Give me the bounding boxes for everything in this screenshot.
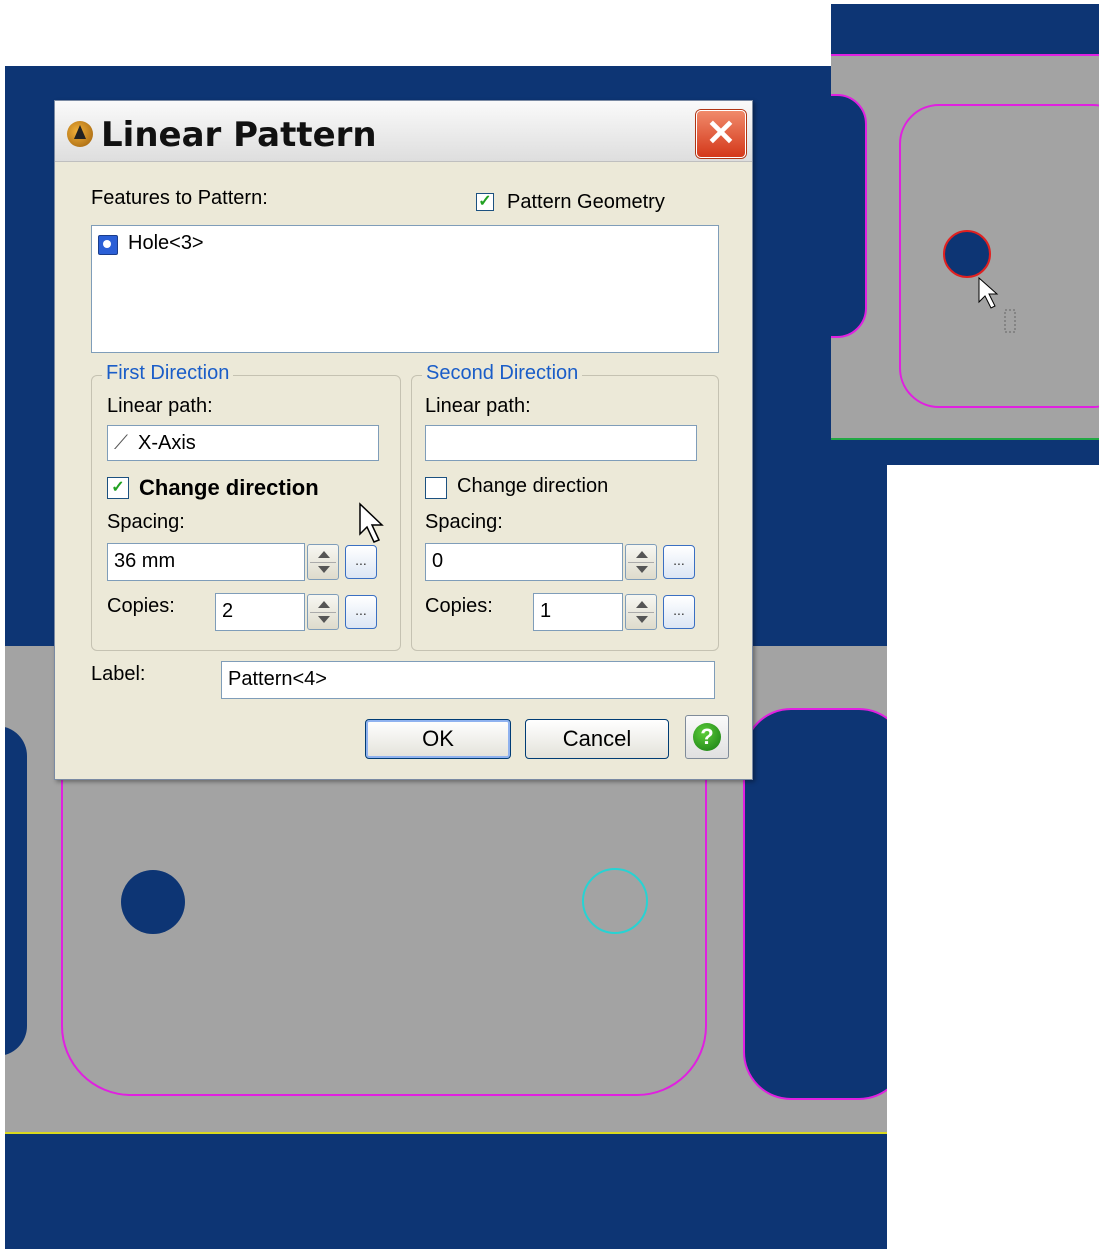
cancel-button[interactable]: Cancel — [525, 719, 669, 759]
second-direction-title: Second Direction — [422, 362, 583, 385]
right-cutout — [743, 708, 887, 1100]
features-to-pattern-label: Features to Pattern: — [91, 187, 268, 209]
second-copies-input[interactable]: 1 — [533, 593, 623, 631]
dialog-title: Linear Pattern — [101, 115, 377, 155]
spinner-divider — [310, 612, 336, 613]
first-change-direction-label: Change direction — [139, 475, 319, 500]
plate-edge — [5, 1132, 887, 1134]
first-linear-path-label: Linear path: — [107, 395, 213, 417]
spin-down-icon — [636, 566, 648, 573]
second-linear-path-field[interactable] — [425, 425, 697, 461]
dialog-titlebar[interactable]: Linear Pattern ✕ — [55, 101, 752, 162]
pattern-geometry-checkbox[interactable]: ✓ — [476, 193, 494, 211]
ok-button[interactable]: OK — [365, 719, 511, 759]
second-spacing-spinner[interactable] — [625, 544, 657, 580]
pattern-label-label: Label: — [91, 663, 146, 685]
inset-left-cutout — [831, 94, 867, 338]
pattern-geometry-label: Pattern Geometry — [507, 191, 665, 213]
second-spacing-input[interactable]: 0 — [425, 543, 623, 581]
spin-down-icon — [318, 616, 330, 623]
second-change-direction-checkbox[interactable] — [425, 477, 447, 499]
first-change-direction-checkbox[interactable]: ✓ — [107, 477, 129, 499]
first-copies-input[interactable]: 2 — [215, 593, 305, 631]
first-linear-path-value: X-Axis — [138, 432, 196, 454]
spinner-divider — [628, 612, 654, 613]
pattern-preview-hole — [582, 868, 648, 934]
mouse-cursor-icon — [359, 502, 384, 543]
inset-selected-hole[interactable] — [943, 230, 991, 278]
second-change-direction-label: Change direction — [457, 475, 609, 497]
second-spacing-browse-button[interactable]: ... — [663, 545, 695, 579]
second-linear-path-label: Linear path: — [425, 395, 531, 417]
spin-up-icon — [636, 601, 648, 608]
inset-plate-edge — [831, 438, 1099, 440]
inset-viewport — [831, 4, 1099, 465]
spin-up-icon — [318, 601, 330, 608]
left-cutout — [5, 726, 27, 1056]
first-spacing-label: Spacing: — [107, 511, 185, 533]
help-icon: ? — [693, 723, 721, 751]
first-spacing-spinner[interactable] — [307, 544, 339, 580]
second-copies-spinner[interactable] — [625, 594, 657, 630]
inset-cursor-icon — [978, 276, 1016, 333]
first-linear-path-field[interactable]: ⟋ X-Axis — [107, 425, 379, 461]
original-hole[interactable] — [121, 870, 185, 934]
spin-up-icon — [318, 551, 330, 558]
spin-up-icon — [636, 551, 648, 558]
spinner-divider — [628, 562, 654, 563]
axis-icon: ⟋ — [114, 432, 128, 454]
linear-pattern-dialog: Linear Pattern ✕ Features to Pattern: ✓ … — [54, 100, 753, 780]
spinner-divider — [310, 562, 336, 563]
pattern-label-input[interactable]: Pattern<4> — [221, 661, 715, 699]
hole-feature-icon — [98, 235, 118, 255]
first-direction-title: First Direction — [102, 362, 234, 385]
first-copies-spinner[interactable] — [307, 594, 339, 630]
second-copies-label: Copies: — [425, 595, 493, 617]
second-copies-browse-button[interactable]: ... — [663, 595, 695, 629]
first-spacing-input[interactable]: 36 mm — [107, 543, 305, 581]
first-copies-label: Copies: — [107, 595, 175, 617]
close-button[interactable]: ✕ — [696, 110, 746, 158]
help-button[interactable]: ? — [685, 715, 729, 759]
feature-list-item[interactable]: Hole<3> — [92, 226, 292, 260]
inset-pocket-outline — [899, 104, 1099, 408]
features-listbox[interactable]: Hole<3> — [91, 225, 719, 353]
spin-down-icon — [636, 616, 648, 623]
app-logo-icon — [67, 121, 93, 147]
first-copies-browse-button[interactable]: ... — [345, 595, 377, 629]
spin-down-icon — [318, 566, 330, 573]
first-spacing-browse-button[interactable]: ... — [345, 545, 377, 579]
feature-item-label: Hole<3> — [128, 232, 204, 254]
second-spacing-label: Spacing: — [425, 511, 503, 533]
